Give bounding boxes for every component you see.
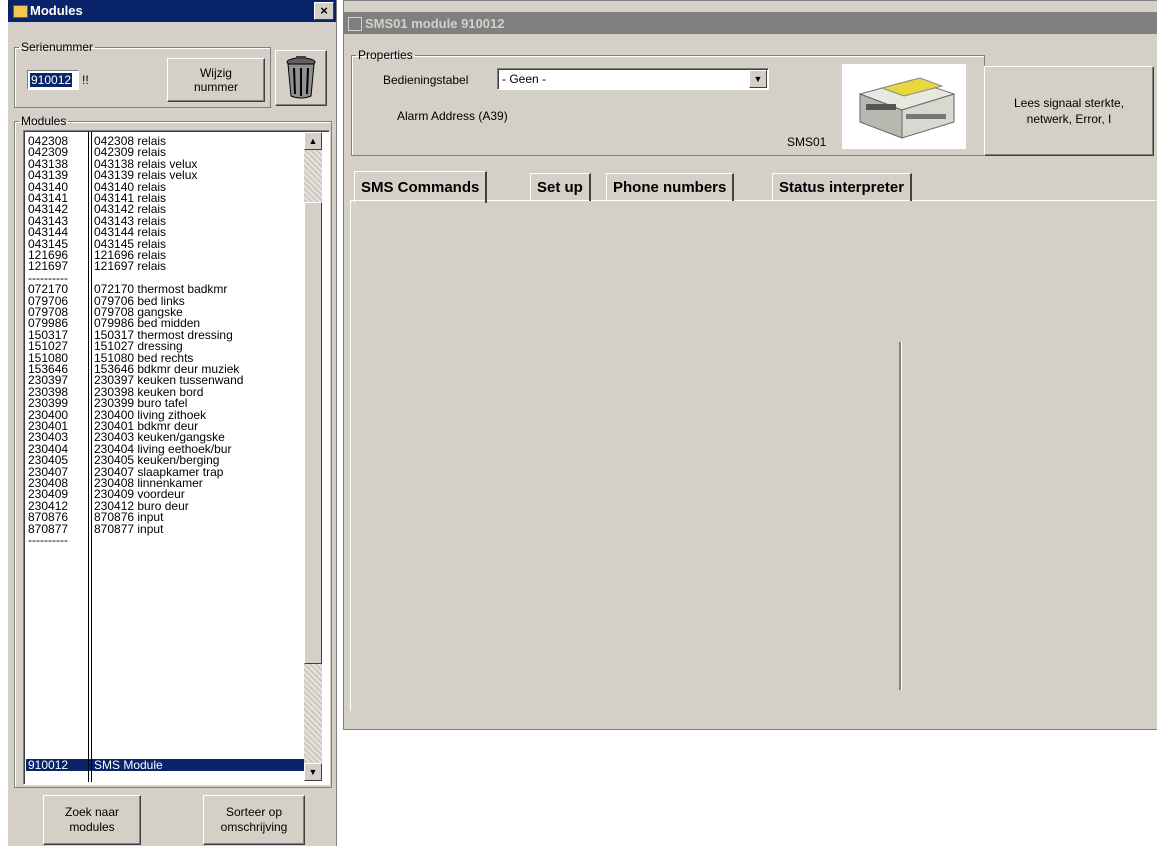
tab-phone-numbers[interactable]: Phone numbers xyxy=(606,173,735,201)
tab-content-panel xyxy=(350,200,1156,711)
module-name: 121697 relais xyxy=(94,259,167,274)
tab-set-up[interactable]: Set up xyxy=(530,173,591,201)
module-code: ---------- xyxy=(28,533,68,547)
module-name: SMS Module xyxy=(94,758,163,772)
scroll-thumb[interactable] xyxy=(304,202,322,664)
bediening-label: Bedieningstabel xyxy=(383,73,469,87)
close-button[interactable]: × xyxy=(314,2,334,20)
delete-button[interactable] xyxy=(275,50,327,106)
tab-status-interpreter-label: Status interpreter xyxy=(779,179,905,196)
module-name: 870877 input xyxy=(94,521,164,536)
column-separator xyxy=(91,132,92,782)
folder-icon xyxy=(13,5,28,18)
modules-legend: Modules xyxy=(21,114,67,128)
modules-title: Modules xyxy=(30,3,83,18)
modules-titlebar: Modules × xyxy=(8,0,336,22)
modules-scrollbar[interactable]: ▲ ▼ xyxy=(304,132,322,781)
tab-sms-commands-label: SMS Commands xyxy=(361,179,480,196)
bediening-select[interactable]: - Geen - ▼ xyxy=(497,68,769,90)
module-titlebar: SMS01 module 910012 xyxy=(343,12,1157,34)
bediening-value: - Geen - xyxy=(502,72,547,86)
list-item[interactable]: 910012 SMS Module xyxy=(26,759,306,771)
read-signal-button[interactable]: Lees signaal sterkte, netwerk, Error, I xyxy=(984,66,1154,156)
device-caption: SMS01 xyxy=(787,135,827,149)
serial-input[interactable]: 910012 xyxy=(27,70,79,90)
serial-value: 910012 xyxy=(30,73,73,87)
module-code: 910012 xyxy=(28,758,69,772)
device-icon xyxy=(348,17,362,31)
column-separator xyxy=(88,132,89,782)
chevron-down-icon[interactable]: ▼ xyxy=(749,70,767,88)
device-image xyxy=(842,64,966,149)
serial-legend: Serienummer xyxy=(21,40,94,54)
tab-sms-commands[interactable]: SMS Commands xyxy=(354,171,488,203)
trash-icon xyxy=(286,56,316,99)
tab-set-up-label: Set up xyxy=(537,179,583,196)
search-modules-button[interactable]: Zoek naar modules xyxy=(43,795,141,845)
tab-phone-numbers-label: Phone numbers xyxy=(613,179,727,196)
change-number-button[interactable]: Wijzig nummer xyxy=(167,58,265,102)
modules-list[interactable]: 042308 042308 relais 042309 042309 relais 04… xyxy=(23,130,330,785)
serial-flag: !! xyxy=(82,73,89,87)
scroll-down-icon[interactable]: ▼ xyxy=(304,763,322,781)
properties-legend: Properties xyxy=(358,48,413,62)
module-title: SMS01 module 910012 xyxy=(365,16,505,31)
splitter-line[interactable] xyxy=(899,342,902,690)
alarm-address-label: Alarm Address (A39) xyxy=(397,109,508,123)
sort-button[interactable]: Sorteer op omschrijving xyxy=(203,795,305,845)
tab-status-interpreter[interactable]: Status interpreter xyxy=(772,173,913,201)
scroll-up-icon[interactable]: ▲ xyxy=(304,132,322,150)
